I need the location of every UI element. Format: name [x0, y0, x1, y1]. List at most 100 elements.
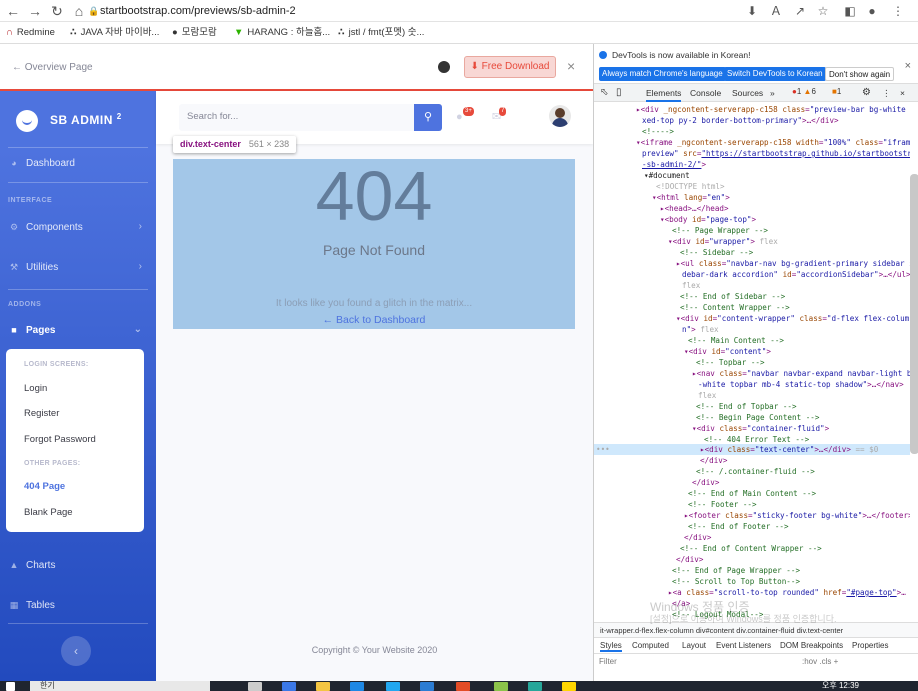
windows-start-icon[interactable] — [6, 682, 15, 691]
dom-line[interactable]: ▾#document — [644, 170, 690, 181]
error-warning-counter[interactable]: ●1 ▲6 — [792, 87, 816, 96]
dom-line[interactable]: ▾<div id="content"> — [684, 346, 771, 357]
taskbar-app-icon[interactable] — [282, 682, 296, 691]
search-button[interactable]: ⚲ — [414, 104, 442, 131]
taskbar-app-icon[interactable] — [350, 682, 364, 691]
sidebar-item-utilities[interactable]: ⚒ Utilities › — [8, 257, 148, 277]
bookmark-moram[interactable]: ● 모람모람 — [172, 26, 217, 40]
messages-envelope-icon[interactable]: ✉ 7 — [492, 107, 507, 123]
dom-line-selected[interactable]: ▸<div class="text-center">…</div> == $0 — [700, 444, 878, 455]
settings-gear-icon[interactable]: ⚙ — [862, 87, 871, 99]
back-to-dashboard-link[interactable]: ← Back to Dashboard — [173, 314, 575, 326]
dom-line[interactable]: ▸<ul class="navbar-nav bg-gradient-prima… — [676, 258, 910, 269]
more-tabs-icon[interactable]: » — [770, 87, 775, 99]
reload-icon[interactable]: ↻ — [48, 2, 66, 20]
vscode-icon[interactable] — [420, 682, 434, 691]
sidepanel-icon[interactable]: ◧ — [842, 3, 858, 19]
devtools-kebab-icon[interactable]: ⋮ — [882, 87, 891, 99]
free-download-button[interactable]: ⬇ Free Download — [464, 56, 556, 78]
submenu-item-blank-page[interactable]: Blank Page — [24, 507, 73, 518]
dont-show-again-button[interactable]: Don't show again — [825, 67, 895, 81]
tab-dom-breakpoints[interactable]: DOM Breakpoints — [780, 641, 843, 650]
github-icon[interactable] — [438, 61, 450, 73]
styles-filter-controls[interactable]: :hov .cls + — [802, 654, 838, 670]
switch-to-korean-button[interactable]: Switch DevTools to Korean — [724, 67, 826, 81]
file-explorer-icon[interactable] — [316, 682, 330, 691]
dom-line: <!DOCTYPE html> — [656, 182, 725, 191]
dom-line[interactable]: ▸<a class="scroll-to-top rounded" href="… — [668, 587, 906, 598]
dom-line[interactable]: ▸<head>…</head> — [660, 203, 729, 214]
sidebar-divider — [8, 289, 148, 290]
translate-icon[interactable]: Ａ — [768, 3, 784, 19]
tab-elements[interactable]: Elements — [646, 87, 682, 102]
alerts-bell-icon[interactable]: ● 3+ — [456, 107, 474, 123]
close-infobar-icon[interactable]: × — [905, 60, 911, 72]
chrome-icon[interactable] — [456, 682, 470, 691]
sidebar-item-charts[interactable]: ▲ Charts — [8, 555, 148, 575]
tab-console[interactable]: Console — [690, 87, 721, 99]
sidebar-item-tables[interactable]: ▦ Tables — [8, 595, 148, 615]
close-devtools-icon[interactable]: × — [900, 87, 905, 99]
dom-line[interactable]: ▾<html lang="en"> — [652, 192, 730, 203]
tooltip-dimensions: 561 × 238 — [248, 139, 290, 149]
issues-counter[interactable]: ■1 — [832, 87, 841, 96]
sidebar-item-components[interactable]: ⚙ Components › — [8, 217, 148, 237]
tab-styles[interactable]: Styles — [600, 641, 622, 652]
dom-line[interactable]: ▸<footer class="sticky-footer bg-white">… — [684, 510, 910, 521]
elements-dom-tree[interactable]: ▸<div _ngcontent-serverapp-c158 class="p… — [594, 102, 910, 622]
inspect-element-icon[interactable]: ⬁ — [600, 87, 608, 99]
dom-line: <!-- End of Topbar --> — [696, 402, 797, 411]
download-icon[interactable]: ⬇ — [744, 3, 760, 19]
dom-line[interactable]: ▾<div id="content-wrapper" class="d-flex… — [676, 313, 909, 324]
menu-kebab-icon[interactable]: ⋮ — [890, 3, 906, 19]
tab-properties[interactable]: Properties — [852, 641, 888, 650]
sidebar-brand[interactable]: SB ADMIN 2 — [16, 105, 122, 132]
dom-line[interactable]: ▾<iframe _ngcontent-serverapp-c158 width… — [636, 137, 910, 148]
bookmark-jstl[interactable]: ∴ jstl / fmt(포멧) 숫... — [338, 26, 424, 40]
tab-layout[interactable]: Layout — [682, 641, 706, 650]
submenu-item-404-page[interactable]: 404 Page — [24, 481, 65, 492]
globe-icon: ● — [172, 27, 178, 38]
dom-line[interactable]: ▸<nav class="navbar navbar-expand navbar… — [692, 368, 910, 379]
submenu-item-forgot-password[interactable]: Forgot Password — [24, 434, 96, 445]
taskbar-app-icon[interactable] — [386, 682, 400, 691]
bookmark-java[interactable]: ∴ JAVA 자바 마이바... — [70, 26, 159, 40]
profile-icon[interactable]: ● — [864, 3, 880, 19]
styles-filter-input[interactable]: Filter — [599, 654, 617, 670]
styles-filter-bar: Filter :hov .cls + — [594, 653, 918, 669]
tistory-icon: ∴ — [70, 27, 77, 38]
task-view-icon[interactable] — [248, 682, 262, 691]
dom-line: <!-- End of Main Content --> — [688, 489, 817, 498]
back-arrow-icon[interactable]: ← — [4, 2, 22, 20]
forward-arrow-icon[interactable]: → — [26, 2, 44, 20]
dom-line[interactable]: ▾<div class="container-fluid"> — [692, 423, 829, 434]
submenu-item-register[interactable]: Register — [24, 408, 59, 419]
elements-scrollbar[interactable] — [910, 174, 918, 454]
kakaotalk-icon[interactable] — [562, 682, 576, 691]
device-toolbar-icon[interactable]: ▯ — [616, 87, 622, 99]
taskbar-app-icon[interactable] — [528, 682, 542, 691]
user-avatar[interactable] — [549, 105, 571, 127]
submenu-item-login[interactable]: Login — [24, 383, 47, 394]
sidebar-toggle-button[interactable]: ‹ — [61, 636, 91, 666]
close-preview-icon[interactable]: × — [567, 59, 575, 73]
taskbar-search[interactable]: 한기 — [30, 681, 210, 691]
search-input[interactable]: Search for... — [179, 104, 415, 131]
tab-computed[interactable]: Computed — [632, 641, 669, 650]
footer-copyright: Copyright © Your Website 2020 — [311, 645, 438, 655]
sidebar-item-dashboard[interactable]: ◕ Dashboard — [8, 153, 148, 173]
tab-sources[interactable]: Sources — [732, 87, 763, 99]
taskbar-app-icon[interactable] — [494, 682, 508, 691]
sidebar-item-pages[interactable]: ■ Pages ⌄ — [8, 320, 148, 340]
dom-line[interactable]: ▸<div _ngcontent-serverapp-c158 class="p… — [636, 104, 910, 115]
dom-line[interactable]: ▾<body id="page-top"> — [660, 214, 756, 225]
always-match-language-button[interactable]: Always match Chrome's language — [599, 67, 726, 81]
overview-page-link[interactable]: ← Overview Page — [12, 62, 93, 73]
bookmark-harang[interactable]: ▼ HARANG : 하늘홈... — [234, 26, 330, 40]
address-bar[interactable]: startbootstrap.com/previews/sb-admin-2 — [100, 3, 296, 19]
bookmark-star-icon[interactable]: ☆ — [815, 3, 831, 19]
dom-line[interactable]: ▾<div id="wrapper"> flex — [668, 236, 778, 247]
tab-event-listeners[interactable]: Event Listeners — [716, 641, 771, 650]
bookmark-redmine[interactable]: ∩ Redmine — [6, 26, 55, 40]
share-icon[interactable]: ↗ — [792, 3, 808, 19]
